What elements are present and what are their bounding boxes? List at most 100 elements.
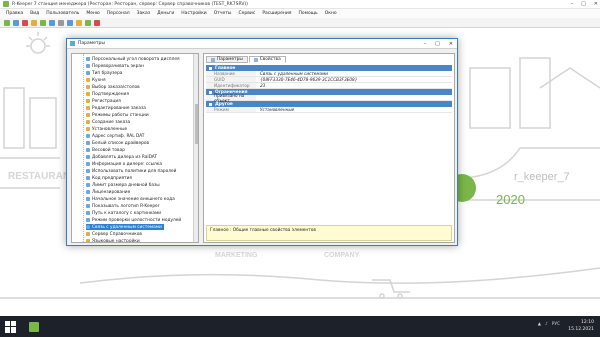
tree-folder[interactable]: Установленные [86, 126, 127, 132]
tree-item[interactable]: Белый список драйверов [86, 140, 149, 146]
rkeeper-logo-icon [3, 1, 9, 7]
menu-item[interactable]: Меню [86, 11, 99, 16]
tree-item[interactable]: Режим проверки целостности модулей [86, 217, 181, 223]
cancel-icon[interactable] [22, 19, 28, 26]
collapse-icon[interactable] [209, 102, 212, 106]
tree-scrollbar[interactable] [193, 54, 198, 242]
tree-item-label: Регистрация [92, 98, 121, 104]
tree-item[interactable]: Использовать политики для паролей [86, 168, 176, 174]
property-value[interactable]: {08FF3330-7E46-4D78-9639-3C1CCB3F3E08} [256, 77, 357, 82]
tree-folder[interactable]: Выбор заказа/столов [86, 84, 140, 90]
stop-icon[interactable] [94, 19, 100, 26]
properties-pane: Параметры Свойства Главное Название Связь … [203, 53, 455, 243]
menu-item[interactable]: Заказ [137, 11, 151, 16]
property-key: Привязано на объект [206, 93, 256, 103]
close-icon[interactable]: ✕ [449, 41, 453, 47]
tree-item[interactable]: Переворачивать экран [86, 63, 144, 69]
tree-folder[interactable]: Регистрация [86, 98, 121, 104]
tree-folder[interactable]: Языковые настройки [86, 238, 140, 242]
close-icon[interactable]: ✕ [594, 1, 598, 7]
tree-item[interactable]: Показывать логотип R-Keeper [86, 203, 159, 209]
parameter-icon [86, 155, 90, 159]
tree-item[interactable]: Код предприятия [86, 175, 132, 181]
menu-item[interactable]: Сервис [238, 11, 255, 16]
property-row[interactable]: Режим Установленные [206, 107, 452, 113]
copy-icon[interactable] [49, 19, 55, 26]
tree-item-label: Показывать логотип R-Keeper [92, 203, 160, 209]
menu-item[interactable]: Помощь [299, 11, 318, 16]
menu-item[interactable]: Деньги [157, 11, 174, 16]
collapse-icon[interactable] [209, 90, 212, 94]
maximize-icon[interactable]: □ [435, 41, 440, 47]
tree-item[interactable]: Тип браузера [86, 70, 122, 76]
properties-icon [253, 57, 258, 62]
clock[interactable]: 12:10 15.12.2021 [568, 319, 594, 333]
tree-folder[interactable]: Сервер Справочников [86, 231, 142, 237]
tree-item[interactable]: Лицензирование [86, 189, 130, 195]
tree-item[interactable]: Добавлять дилера из RalDAT [86, 154, 157, 160]
main-toolbar [0, 18, 600, 28]
rkeeper-taskbar-icon[interactable] [29, 321, 39, 332]
menu-item[interactable]: Правка [6, 11, 23, 16]
tree-folder[interactable]: Подтверждения [86, 91, 129, 97]
tree-item[interactable]: Путь к каталогу с картинками [86, 210, 161, 216]
menu-item[interactable]: Отчеты [214, 11, 232, 16]
tree-item-label: Весовой товар [92, 147, 125, 153]
menu-item[interactable]: Окно [325, 11, 337, 16]
menu-item[interactable]: Настройки [181, 11, 206, 16]
parameter-icon [86, 162, 90, 166]
tree-item[interactable]: Информация о дилере: ссылка [86, 161, 162, 167]
menu-item[interactable]: Пользователь [46, 11, 79, 16]
folder-icon[interactable] [31, 19, 37, 26]
menu-item[interactable]: Персонал [107, 11, 130, 16]
parameters-tree[interactable]: Персональный угол поворота дисплея Перево… [71, 53, 199, 243]
minimize-icon[interactable]: – [571, 1, 574, 7]
tree-folder[interactable]: Кухня [86, 77, 106, 83]
tree-item[interactable]: Адрес сертиф. RAL DAT [86, 133, 144, 139]
save-icon[interactable] [13, 19, 19, 26]
scrollbar-thumb[interactable] [195, 104, 198, 144]
add-icon[interactable] [40, 19, 46, 26]
property-grid[interactable]: Главное Название Связь с удаленным система… [206, 65, 452, 113]
parameter-icon [86, 64, 90, 68]
tab-properties[interactable]: Свойства [248, 56, 286, 63]
clock-time: 12:10 [581, 320, 594, 325]
property-value[interactable]: Установленные [256, 107, 294, 112]
tree-folder[interactable]: Создание заказа [86, 119, 130, 125]
svg-text:2020: 2020 [496, 192, 525, 207]
volume-icon[interactable]: ♪ [545, 322, 548, 327]
tree-item-label: Код предприятия [92, 175, 132, 181]
maximize-icon[interactable]: □ [581, 1, 586, 7]
parameter-icon [86, 134, 90, 138]
collapse-icon[interactable] [209, 66, 212, 70]
print-icon[interactable] [67, 19, 73, 26]
section-title: Главное [215, 65, 236, 71]
parameter-icon [86, 204, 90, 208]
tree-folder[interactable]: Редактирование заказа [86, 105, 146, 111]
tree-item[interactable]: Персональный угол поворота дисплея [86, 56, 180, 62]
tree-item-label: Лицензирование [92, 189, 131, 195]
tree-item[interactable]: Связь с удаленным системами [86, 224, 164, 230]
folder-icon [86, 106, 90, 110]
network-icon[interactable]: ▲ [538, 322, 541, 327]
menu-item[interactable]: Расширения [262, 11, 291, 16]
parameter-icon [86, 197, 90, 201]
tree-item[interactable]: Лимит размера дневной базы [86, 182, 160, 188]
key-icon[interactable] [76, 19, 82, 26]
tree-item[interactable]: Начальное значение внешнего кода [86, 196, 175, 202]
tree-folder[interactable]: Режимы работы станции [86, 112, 149, 118]
menu-item[interactable]: Вид [30, 11, 39, 16]
windows-start-icon[interactable] [5, 320, 17, 333]
parameter-icon [86, 190, 90, 194]
parameter-icon [86, 148, 90, 152]
refresh-icon[interactable] [4, 19, 10, 26]
language-indicator[interactable]: РУС [552, 322, 560, 327]
globe-icon[interactable] [85, 19, 91, 26]
property-value[interactable]: Связь с удаленным системами [256, 71, 328, 76]
tree-item-label: Тип браузера [92, 70, 123, 76]
tab-parameters[interactable]: Параметры [206, 56, 248, 63]
minimize-icon[interactable]: – [424, 41, 427, 47]
settings-icon[interactable] [58, 19, 64, 26]
tree-item[interactable]: Весовой товар [86, 147, 125, 153]
property-value[interactable]: 23 [256, 83, 265, 88]
